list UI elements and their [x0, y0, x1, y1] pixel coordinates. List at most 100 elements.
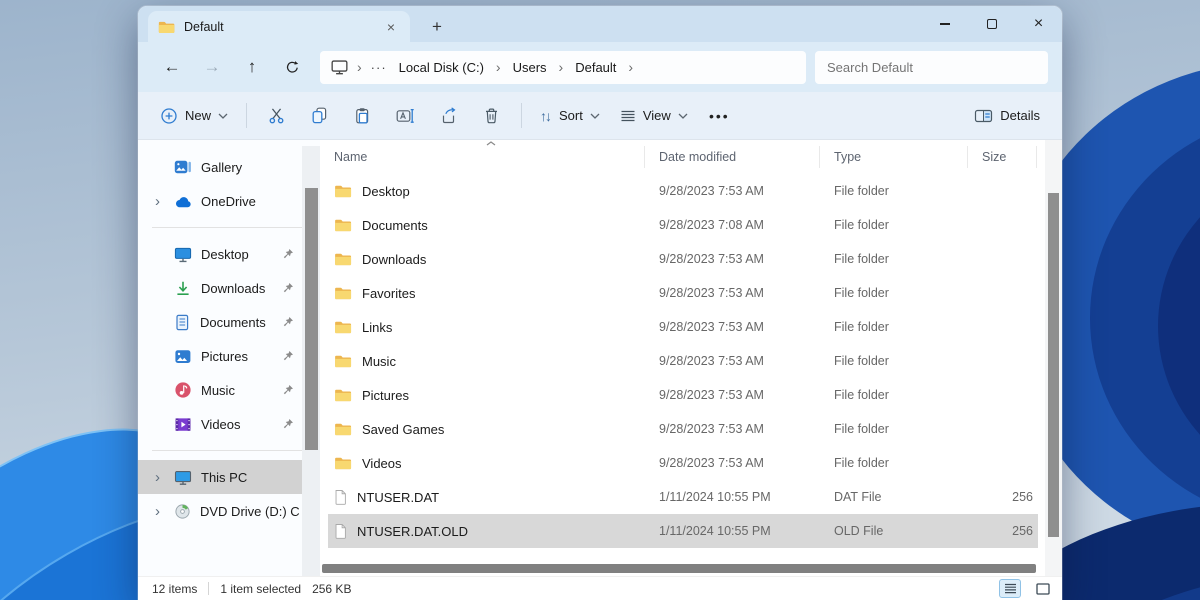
breadcrumb-overflow[interactable]: ··· — [371, 60, 387, 75]
search-input[interactable] — [827, 60, 1036, 75]
sidebar-item-downloads[interactable]: Downloads — [138, 271, 302, 305]
downloads-icon — [174, 280, 192, 297]
column-header-date-modified[interactable]: Date modified — [645, 146, 820, 168]
view-button[interactable]: View — [610, 98, 698, 134]
file-date: 9/28/2023 7:53 AM — [645, 252, 820, 266]
breadcrumb-users[interactable]: Users — [510, 58, 550, 77]
file-type: File folder — [820, 320, 968, 334]
file-type: File folder — [820, 354, 968, 368]
folder-icon — [334, 320, 352, 334]
file-name: Documents — [362, 218, 428, 233]
chevron-right-icon: › — [357, 59, 362, 75]
share-button[interactable] — [427, 98, 470, 134]
table-row[interactable]: Saved Games 9/28/2023 7:53 AM File folde… — [320, 412, 1062, 446]
table-row[interactable]: Documents 9/28/2023 7:08 AM File folder — [320, 208, 1062, 242]
delete-button[interactable] — [470, 98, 513, 134]
expander-chevron-icon[interactable]: › — [150, 470, 165, 485]
sidebar-scrollbar-thumb[interactable] — [305, 188, 318, 450]
paste-button[interactable] — [341, 98, 384, 134]
cut-button[interactable] — [255, 98, 298, 134]
table-row[interactable]: Favorites 9/28/2023 7:53 AM File folder — [320, 276, 1062, 310]
details-pane-button[interactable]: Details — [964, 98, 1050, 134]
rename-icon — [396, 107, 415, 124]
more-options-button[interactable]: ••• — [698, 98, 741, 134]
minimize-icon — [940, 23, 950, 24]
expander-chevron-icon[interactable]: › — [150, 504, 165, 519]
file-date: 9/28/2023 7:08 AM — [645, 218, 820, 232]
file-date: 1/11/2024 10:55 PM — [645, 490, 820, 504]
sort-button[interactable]: ↑↓ Sort — [530, 98, 610, 134]
expander-chevron-icon[interactable]: › — [150, 194, 165, 209]
maximize-button[interactable] — [968, 6, 1015, 42]
vertical-scrollbar-thumb[interactable] — [1048, 193, 1059, 537]
forward-button[interactable]: → — [192, 50, 232, 84]
status-bar: 12 items 1 item selected 256 KB — [138, 576, 1062, 600]
sidebar-item-videos[interactable]: Videos — [138, 407, 302, 441]
sidebar-item-label: Documents — [200, 315, 273, 330]
sidebar-item-label: Pictures — [201, 349, 273, 364]
chevron-right-icon: › — [496, 59, 501, 75]
sidebar-item-music[interactable]: Music — [138, 373, 302, 407]
back-button[interactable]: ← — [152, 50, 192, 84]
sidebar-item-gallery[interactable]: Gallery — [138, 150, 302, 184]
cut-icon — [268, 107, 285, 124]
selection-count: 1 item selected — [220, 582, 301, 596]
tab-close-icon[interactable]: × — [382, 19, 400, 35]
pin-icon — [282, 316, 294, 328]
details-view-toggle[interactable] — [999, 579, 1021, 598]
pictures-icon — [174, 348, 192, 365]
up-button[interactable]: ↑ — [232, 50, 272, 84]
new-tab-button[interactable]: + — [425, 17, 449, 37]
column-header-name[interactable]: Name — [320, 146, 645, 168]
table-row[interactable]: NTUSER.DAT 1/11/2024 10:55 PM DAT File 2… — [320, 480, 1062, 514]
file-size: 256 — [968, 490, 1037, 504]
sidebar-item-this-pc[interactable]: › This PC — [138, 460, 302, 494]
folder-icon — [334, 422, 352, 436]
large-icons-view-toggle[interactable] — [1032, 579, 1054, 598]
pin-icon — [282, 282, 294, 294]
copy-button[interactable] — [298, 98, 341, 134]
breadcrumb-drive[interactable]: Local Disk (C:) — [396, 58, 487, 77]
details-view-icon — [1004, 583, 1017, 594]
table-row[interactable]: Videos 9/28/2023 7:53 AM File folder — [320, 446, 1062, 480]
sidebar-item-pictures[interactable]: Pictures — [138, 339, 302, 373]
table-row-selected[interactable]: NTUSER.DAT.OLD 1/11/2024 10:55 PM OLD Fi… — [320, 514, 1062, 548]
sidebar-item-desktop[interactable]: Desktop — [138, 237, 302, 271]
chevron-down-icon — [590, 113, 600, 119]
file-name: Pictures — [362, 388, 409, 403]
navigation-pane: Gallery › OneDrive Desktop — [138, 140, 320, 576]
sidebar-item-label: This PC — [201, 470, 302, 485]
sidebar-item-documents[interactable]: Documents — [138, 305, 302, 339]
file-date: 9/28/2023 7:53 AM — [645, 320, 820, 334]
file-type: File folder — [820, 388, 968, 402]
sidebar-item-dvd-drive[interactable]: › DVD Drive (D:) C — [138, 494, 302, 528]
pin-icon — [282, 350, 294, 362]
column-header-size[interactable]: Size — [968, 146, 1037, 168]
sidebar-item-label: Videos — [201, 417, 273, 432]
titlebar[interactable]: Default × + × — [138, 6, 1062, 42]
column-header-type[interactable]: Type — [820, 146, 968, 168]
address-bar[interactable]: › ··· Local Disk (C:) › Users › Default … — [320, 51, 806, 84]
table-row[interactable]: Music 9/28/2023 7:53 AM File folder — [320, 344, 1062, 378]
file-icon — [334, 523, 347, 539]
explorer-tab[interactable]: Default × — [148, 11, 410, 42]
refresh-button[interactable] — [272, 50, 312, 84]
rename-button[interactable] — [384, 98, 427, 134]
dvd-drive-icon — [174, 503, 191, 520]
window-controls: × — [921, 6, 1062, 42]
plus-circle-icon — [160, 107, 178, 125]
table-row[interactable]: Downloads 9/28/2023 7:53 AM File folder — [320, 242, 1062, 276]
horizontal-scrollbar-thumb[interactable] — [322, 564, 1036, 573]
table-row[interactable]: Desktop 9/28/2023 7:53 AM File folder — [320, 174, 1062, 208]
breadcrumb-default[interactable]: Default — [572, 58, 619, 77]
table-row[interactable]: Links 9/28/2023 7:53 AM File folder — [320, 310, 1062, 344]
minimize-button[interactable] — [921, 6, 968, 42]
close-button[interactable]: × — [1015, 6, 1062, 42]
file-name: Music — [362, 354, 396, 369]
view-list-icon — [620, 109, 636, 123]
table-row[interactable]: Pictures 9/28/2023 7:53 AM File folder — [320, 378, 1062, 412]
new-button[interactable]: New — [150, 98, 238, 134]
videos-icon — [174, 416, 192, 433]
sidebar-item-onedrive[interactable]: › OneDrive — [138, 184, 302, 218]
sidebar-divider — [152, 450, 306, 451]
